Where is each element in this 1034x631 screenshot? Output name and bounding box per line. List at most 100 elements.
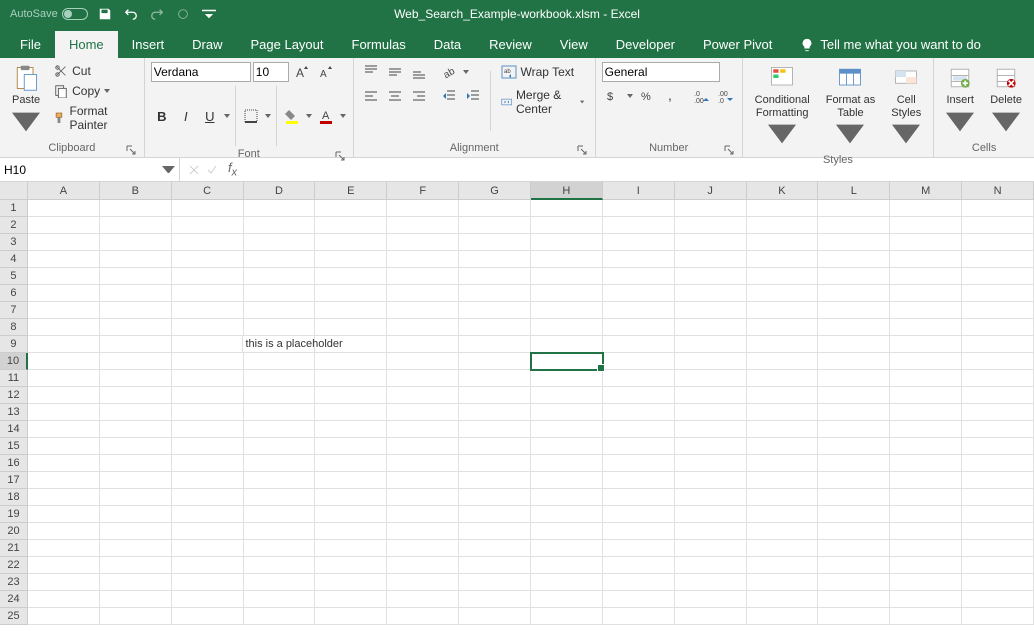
- accounting-dropdown[interactable]: [626, 86, 634, 106]
- row-header[interactable]: 4: [0, 251, 28, 268]
- cell-L22[interactable]: [818, 557, 890, 574]
- cell-B3[interactable]: [100, 234, 172, 251]
- cell-B4[interactable]: [100, 251, 172, 268]
- cell-B5[interactable]: [100, 268, 172, 285]
- tab-page-layout[interactable]: Page Layout: [237, 31, 338, 58]
- cell-N14[interactable]: [962, 421, 1034, 438]
- cell-H13[interactable]: [531, 404, 603, 421]
- cell-C2[interactable]: [172, 217, 244, 234]
- cell-N3[interactable]: [962, 234, 1034, 251]
- cell-C20[interactable]: [172, 523, 244, 540]
- cell-L24[interactable]: [818, 591, 890, 608]
- cell-L12[interactable]: [818, 387, 890, 404]
- accounting-format-icon[interactable]: $: [602, 86, 624, 106]
- cell-F19[interactable]: [387, 506, 459, 523]
- cell-J23[interactable]: [675, 574, 747, 591]
- cell-K6[interactable]: [747, 285, 819, 302]
- cell-J14[interactable]: [675, 421, 747, 438]
- row-header[interactable]: 23: [0, 574, 28, 591]
- cell-G13[interactable]: [459, 404, 531, 421]
- cell-N21[interactable]: [962, 540, 1034, 557]
- cell-K24[interactable]: [747, 591, 819, 608]
- cell-A1[interactable]: [28, 200, 100, 217]
- tab-review[interactable]: Review: [475, 31, 546, 58]
- dialog-launcher-icon[interactable]: [724, 145, 734, 155]
- cell-G8[interactable]: [459, 319, 531, 336]
- cell-N24[interactable]: [962, 591, 1034, 608]
- font-name-input[interactable]: [151, 62, 251, 82]
- cell-D22[interactable]: [244, 557, 316, 574]
- decrease-decimal-icon[interactable]: .00.0: [714, 86, 736, 106]
- cell-D8[interactable]: [244, 319, 316, 336]
- row-header[interactable]: 21: [0, 540, 28, 557]
- cell-H8[interactable]: [531, 319, 603, 336]
- cell-A23[interactable]: [28, 574, 100, 591]
- cell-E24[interactable]: [315, 591, 387, 608]
- cell-C8[interactable]: [172, 319, 244, 336]
- column-header[interactable]: C: [172, 182, 244, 200]
- cell-G17[interactable]: [459, 472, 531, 489]
- row-header[interactable]: 9: [0, 336, 28, 353]
- cell-L23[interactable]: [818, 574, 890, 591]
- dialog-launcher-icon[interactable]: [126, 145, 136, 155]
- cell-I3[interactable]: [603, 234, 675, 251]
- cell-J25[interactable]: [675, 608, 747, 625]
- cell-G15[interactable]: [459, 438, 531, 455]
- cell-H4[interactable]: [531, 251, 603, 268]
- cell-L19[interactable]: [818, 506, 890, 523]
- cell-G11[interactable]: [459, 370, 531, 387]
- cell-K16[interactable]: [747, 455, 819, 472]
- cell-K17[interactable]: [747, 472, 819, 489]
- cell-C7[interactable]: [172, 302, 244, 319]
- cell-E8[interactable]: [315, 319, 387, 336]
- cell-H20[interactable]: [531, 523, 603, 540]
- cell-B6[interactable]: [100, 285, 172, 302]
- font-color-dropdown[interactable]: [339, 106, 347, 126]
- cell-I8[interactable]: [603, 319, 675, 336]
- merge-center-button[interactable]: Merge & Center: [497, 86, 589, 118]
- cell-J11[interactable]: [675, 370, 747, 387]
- cell-G2[interactable]: [459, 217, 531, 234]
- redo-icon[interactable]: [148, 5, 166, 23]
- cell-D7[interactable]: [244, 302, 316, 319]
- row-header[interactable]: 19: [0, 506, 28, 523]
- cell-B10[interactable]: [100, 353, 172, 370]
- cell-A25[interactable]: [28, 608, 100, 625]
- cell-A7[interactable]: [28, 302, 100, 319]
- cell-A5[interactable]: [28, 268, 100, 285]
- cell-H6[interactable]: [531, 285, 603, 302]
- cell-M17[interactable]: [890, 472, 962, 489]
- cell-G9[interactable]: [459, 336, 531, 353]
- cell-H14[interactable]: [531, 421, 603, 438]
- cell-M14[interactable]: [890, 421, 962, 438]
- cell-H16[interactable]: [531, 455, 603, 472]
- cell-K8[interactable]: [747, 319, 819, 336]
- name-box-input[interactable]: [4, 163, 162, 177]
- cell-C21[interactable]: [172, 540, 244, 557]
- cell-D19[interactable]: [244, 506, 316, 523]
- cell-L1[interactable]: [818, 200, 890, 217]
- cell-G5[interactable]: [459, 268, 531, 285]
- cell-B7[interactable]: [100, 302, 172, 319]
- cell-A2[interactable]: [28, 217, 100, 234]
- tell-me-search[interactable]: Tell me what you want to do: [786, 31, 994, 58]
- cell-K11[interactable]: [747, 370, 819, 387]
- cell-E20[interactable]: [315, 523, 387, 540]
- cell-G19[interactable]: [459, 506, 531, 523]
- cell-H15[interactable]: [531, 438, 603, 455]
- cell-A8[interactable]: [28, 319, 100, 336]
- cell-J13[interactable]: [675, 404, 747, 421]
- cell-L25[interactable]: [818, 608, 890, 625]
- cell-I20[interactable]: [603, 523, 675, 540]
- cell-F9[interactable]: [387, 336, 459, 353]
- column-header[interactable]: F: [387, 182, 459, 200]
- cell-B12[interactable]: [100, 387, 172, 404]
- cell-F18[interactable]: [387, 489, 459, 506]
- cell-H25[interactable]: [531, 608, 603, 625]
- cell-E5[interactable]: [315, 268, 387, 285]
- cell-F17[interactable]: [387, 472, 459, 489]
- cell-M10[interactable]: [890, 353, 962, 370]
- cell-N25[interactable]: [962, 608, 1034, 625]
- cell-M25[interactable]: [890, 608, 962, 625]
- cell-E10[interactable]: [315, 353, 387, 370]
